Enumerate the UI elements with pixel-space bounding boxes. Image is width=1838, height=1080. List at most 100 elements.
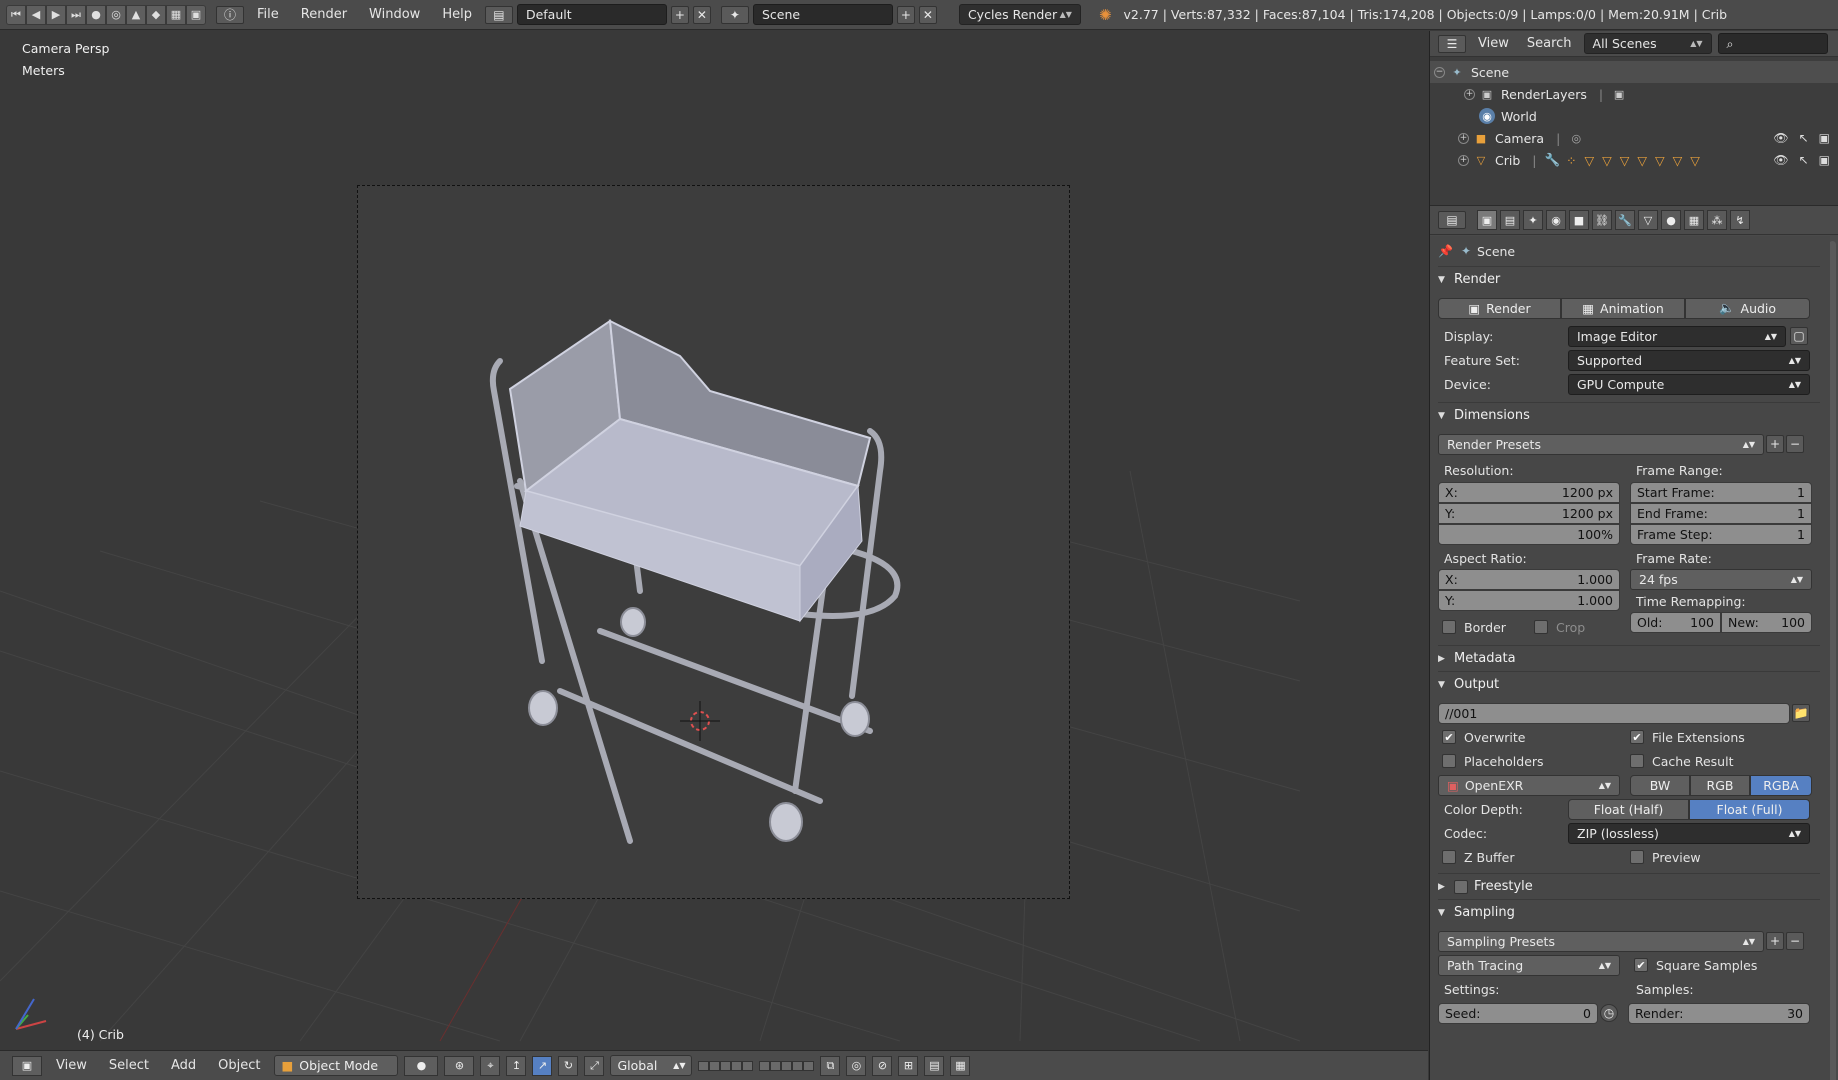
start-frame-field[interactable]: Start Frame: 1 xyxy=(1630,482,1812,503)
output-path-input[interactable]: //001 xyxy=(1438,702,1790,724)
border-checkbox[interactable] xyxy=(1442,620,1456,634)
expand-icon[interactable]: + xyxy=(1464,88,1475,100)
seed-field[interactable]: Seed: 0 xyxy=(1438,1002,1598,1024)
lock-icon[interactable]: ▲ xyxy=(126,4,146,25)
remove-scene-icon[interactable]: ✕ xyxy=(918,5,937,24)
outliner-row-camera[interactable]: + ■ Camera | ◎ 👁 ↖ ▣ xyxy=(1430,127,1838,149)
folder-icon[interactable]: 📁 xyxy=(1792,704,1810,722)
rgba-option[interactable]: RGBA xyxy=(1750,774,1812,796)
lock-layers-icon[interactable]: ⧉ xyxy=(820,1055,841,1076)
expand-icon[interactable]: + xyxy=(1458,154,1469,166)
jump-start-icon[interactable]: ⏮ xyxy=(6,4,26,25)
float-half-option[interactable]: Float (Half) xyxy=(1568,798,1689,820)
tab-world-icon[interactable]: ◉ xyxy=(1546,210,1566,230)
frame-step-field[interactable]: Frame Step: 1 xyxy=(1630,524,1812,545)
aspect-y-field[interactable]: Y: 1.000 xyxy=(1438,590,1620,611)
overwrite-checkbox[interactable]: ✔ xyxy=(1442,730,1456,744)
add-layout-icon[interactable]: + xyxy=(670,5,689,24)
outliner-row-crib[interactable]: + ▽ Crib | 🔧 ⁘▽▽▽▽▽▽▽ 👁 ↖ ▣ xyxy=(1430,149,1838,171)
eye-icon[interactable]: 👁 xyxy=(1773,131,1788,145)
new-field[interactable]: New: 100 xyxy=(1721,612,1812,633)
screen-layout-icon[interactable]: ▤ xyxy=(484,5,513,24)
integrator-dropdown[interactable]: Path Tracing ▲▼ xyxy=(1438,954,1620,976)
old-field[interactable]: Old: 100 xyxy=(1630,612,1721,633)
aspect-x-field[interactable]: X: 1.000 xyxy=(1438,569,1620,590)
panel-render-header[interactable]: ▼ Render xyxy=(1438,266,1820,292)
bw-option[interactable]: BW xyxy=(1630,774,1690,796)
audio-button[interactable]: 🔈 Audio xyxy=(1685,297,1810,319)
panel-output-header[interactable]: ▼ Output xyxy=(1438,671,1820,697)
render-samples-field[interactable]: Render: 30 xyxy=(1628,1002,1810,1024)
collapse-icon[interactable]: − xyxy=(1434,66,1445,78)
remove-preset-icon[interactable]: − xyxy=(1786,435,1804,453)
camera-render-icon[interactable]: ▣ xyxy=(1819,131,1830,145)
tab-particles-icon[interactable]: ⁂ xyxy=(1707,210,1727,230)
menu-help[interactable]: Help xyxy=(433,7,481,22)
render-button[interactable]: ▣ Render xyxy=(1438,297,1561,319)
codec-dropdown[interactable]: ZIP (lossless) ▲▼ xyxy=(1568,822,1810,844)
outliner-row-world[interactable]: ◉ World xyxy=(1430,105,1838,127)
record-icon[interactable]: ● xyxy=(86,4,106,25)
tab-physics-icon[interactable]: ↯ xyxy=(1730,210,1750,230)
pin-icon[interactable]: 📌 xyxy=(1438,244,1453,258)
render-presets-dropdown[interactable]: Render Presets ▲▼ xyxy=(1438,433,1764,455)
float-full-option[interactable]: Float (Full) xyxy=(1689,798,1810,820)
shield-icon[interactable]: ◆ xyxy=(146,4,166,25)
eye-icon[interactable]: 👁 xyxy=(1773,153,1788,167)
sampling-presets-dropdown[interactable]: Sampling Presets ▲▼ xyxy=(1438,930,1764,952)
mode-dropdown[interactable]: ■ Object Mode xyxy=(274,1055,399,1076)
panel-dimensions-header[interactable]: ▼ Dimensions xyxy=(1438,402,1820,428)
remove-layout-icon[interactable]: ✕ xyxy=(692,5,711,24)
resolution-y-field[interactable]: Y: 1200 px xyxy=(1438,503,1620,524)
outliner-menu-view[interactable]: View xyxy=(1472,36,1515,51)
pivot-icon[interactable]: ⊛ xyxy=(444,1055,475,1076)
outliner-search-input[interactable]: ⌕ xyxy=(1717,33,1828,54)
properties-scrollbar[interactable] xyxy=(1829,241,1836,1080)
panel-freestyle-header[interactable]: ▶ Freestyle xyxy=(1438,873,1820,899)
translate-icon[interactable]: ↥ xyxy=(506,1055,527,1076)
outliner-menu-search[interactable]: Search xyxy=(1521,36,1578,51)
editor-type-3d-icon[interactable]: ▣ xyxy=(12,1055,42,1076)
outliner-editor-icon[interactable]: ☰ xyxy=(1438,34,1466,53)
animation-button[interactable]: ▦ Animation xyxy=(1561,297,1685,319)
file-extensions-checkbox[interactable]: ✔ xyxy=(1630,730,1644,744)
orientation-dropdown[interactable]: Global ▲▼ xyxy=(610,1055,693,1076)
proportional-icon[interactable]: ◎ xyxy=(846,1055,867,1076)
jump-end-icon[interactable]: ⏭ xyxy=(66,4,86,25)
menu-object[interactable]: Object xyxy=(210,1058,268,1073)
outliner-filter-dropdown[interactable]: All Scenes ▲▼ xyxy=(1583,33,1712,54)
tab-scene-icon[interactable]: ✦ xyxy=(1523,210,1543,230)
3d-viewport[interactable]: Camera Persp Meters (4) Crib xyxy=(0,31,1428,1049)
camera-render-icon[interactable]: ▦ xyxy=(950,1055,971,1076)
tab-modifiers-icon[interactable]: 🔧 xyxy=(1615,210,1635,230)
rotate-icon[interactable]: ↻ xyxy=(558,1055,579,1076)
render-preview-icon[interactable]: ▣ xyxy=(186,4,206,25)
editor-type-info-icon[interactable]: ⓘ xyxy=(216,5,244,24)
preview-checkbox[interactable] xyxy=(1630,850,1644,864)
shading-solid-icon[interactable]: ● xyxy=(404,1055,439,1076)
resolution-percentage-field[interactable]: 100% xyxy=(1438,524,1620,545)
manipulator-icon[interactable]: ⌖ xyxy=(480,1055,501,1076)
snap-icon[interactable]: ⊘ xyxy=(872,1055,893,1076)
file-format-dropdown[interactable]: ▣ OpenEXR ▲▼ xyxy=(1438,774,1620,796)
tab-render-layers-icon[interactable]: ▤ xyxy=(1500,210,1520,230)
camera-render-icon[interactable]: ▣ xyxy=(1819,153,1830,167)
screen-layout-field[interactable]: Default xyxy=(516,4,667,25)
menu-render[interactable]: Render xyxy=(292,7,356,22)
3d-cursor-icon[interactable] xyxy=(675,696,725,746)
layers-block-1[interactable] xyxy=(698,1060,754,1071)
zbuffer-checkbox[interactable] xyxy=(1442,850,1456,864)
square-samples-checkbox[interactable]: ✔ xyxy=(1634,958,1648,972)
crop-checkbox[interactable] xyxy=(1534,620,1548,634)
outliner-row-renderlayers[interactable]: + ▣ RenderLayers | ▣ xyxy=(1430,83,1838,105)
tab-object-icon[interactable]: ■ xyxy=(1569,210,1589,230)
placeholders-checkbox[interactable] xyxy=(1442,754,1456,768)
freestyle-checkbox[interactable] xyxy=(1454,879,1468,894)
add-sampling-preset-icon[interactable]: + xyxy=(1766,932,1784,950)
add-scene-icon[interactable]: + xyxy=(896,5,915,24)
resolution-x-field[interactable]: X: 1200 px xyxy=(1438,482,1620,503)
rgb-option[interactable]: RGB xyxy=(1690,774,1750,796)
remove-sampling-preset-icon[interactable]: − xyxy=(1786,932,1804,950)
feature-set-dropdown[interactable]: Supported ▲▼ xyxy=(1568,349,1810,371)
add-preset-icon[interactable]: + xyxy=(1766,435,1784,453)
